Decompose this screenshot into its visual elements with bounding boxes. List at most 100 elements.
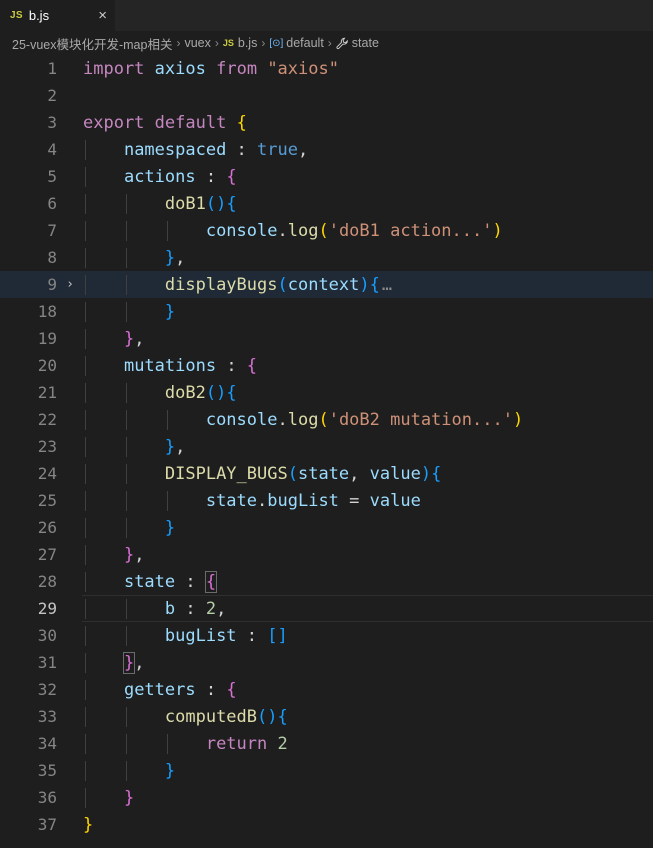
code-token: , (349, 463, 370, 484)
code-content: doB1(){ (83, 193, 237, 214)
code-line[interactable]: 36 } (0, 784, 653, 811)
line-number: 32 (37, 680, 57, 699)
code-line[interactable]: 5 actions : { (0, 163, 653, 190)
code-line[interactable]: 24 DISPLAY_BUGS(state, value){ (0, 460, 653, 487)
code-line[interactable]: 3 export default { (0, 109, 653, 136)
code-token: value (369, 463, 421, 484)
code-line[interactable]: 31 }, (0, 649, 653, 676)
folded-ellipsis-icon[interactable]: … (382, 275, 392, 295)
breadcrumb-file[interactable]: JS b.js (223, 36, 257, 50)
line-number: 21 (37, 383, 57, 402)
code-token: . (277, 409, 288, 430)
code-token: doB1 (164, 193, 206, 214)
chevron-right-icon: › (176, 36, 181, 50)
code-token: : (195, 679, 227, 700)
code-token: ( (287, 463, 298, 484)
code-token: return (205, 733, 268, 754)
code-line[interactable]: 33 computedB(){ (0, 703, 653, 730)
code-token: : (216, 355, 247, 376)
code-token: (){ (257, 706, 288, 727)
code-content: console.log('doB1 action...') (83, 220, 503, 241)
code-line[interactable]: 20 mutations : { (0, 352, 653, 379)
code-token: : (195, 166, 227, 187)
code-token: "axios" (267, 58, 339, 79)
code-line[interactable]: 37} (0, 811, 653, 838)
code-token: , (134, 544, 145, 565)
code-line[interactable]: 1 import axios from "axios" (0, 55, 653, 82)
code-token: { (236, 112, 247, 133)
code-token: DISPLAY_BUGS (164, 463, 288, 484)
indent-guide (85, 517, 86, 538)
fold-chevron-icon[interactable]: › (57, 277, 83, 292)
code-content: }, (83, 651, 144, 674)
code-line[interactable]: 32 getters : { (0, 676, 653, 703)
code-line[interactable]: 27 }, (0, 541, 653, 568)
code-line[interactable]: 6 doB1(){ (0, 190, 653, 217)
code-content: state : { (83, 570, 218, 593)
indent-guide (125, 490, 127, 511)
indent-guide (125, 220, 127, 241)
code-line[interactable]: 26 } (0, 514, 653, 541)
code-line[interactable]: 7 console.log('doB1 action...') (0, 217, 653, 244)
code-line[interactable]: 28 state : { (0, 568, 653, 595)
code-content: }, (83, 247, 186, 268)
code-token: , (175, 247, 186, 268)
code-token: state (205, 490, 258, 511)
breadcrumb-subfolder[interactable]: vuex (184, 36, 210, 50)
code-token: console (205, 220, 278, 241)
code-line[interactable]: 19 }, (0, 325, 653, 352)
indent-guide (125, 247, 127, 268)
code-line[interactable]: 21 doB2(){ (0, 379, 653, 406)
code-content: displayBugs(context){… (83, 274, 392, 295)
code-token: state (297, 463, 350, 484)
code-line[interactable]: 8 }, (0, 244, 653, 271)
code-editor[interactable]: 1 import axios from "axios" 2 3 export defau… (0, 55, 653, 838)
breadcrumb-folder[interactable]: 25-vuex模块化开发-map相关 (12, 34, 172, 53)
code-token: ( (277, 274, 288, 295)
code-line[interactable]: 22 console.log('doB2 mutation...') (0, 406, 653, 433)
code-line[interactable]: 34 return 2 (0, 730, 653, 757)
code-token: : (236, 625, 268, 646)
line-number: 6 (47, 194, 57, 213)
code-line[interactable]: 4 namespaced : true, (0, 136, 653, 163)
code-token: : (175, 571, 206, 592)
code-token: ){ (359, 274, 380, 295)
line-number: 30 (37, 626, 57, 645)
code-content: } (83, 815, 93, 835)
code-line[interactable]: 9 › displayBugs(context){… (0, 271, 653, 298)
indent-guide (125, 706, 127, 727)
code-token: export (83, 112, 145, 133)
code-line[interactable]: 2 (0, 82, 653, 109)
close-icon[interactable]: × (98, 7, 107, 24)
indent-guide (166, 733, 168, 754)
indent-guide (85, 760, 86, 781)
breadcrumb-symbol-state[interactable]: state (336, 36, 379, 50)
code-token: displayBugs (164, 274, 278, 295)
code-token: computedB (164, 706, 258, 727)
code-line[interactable]: 29 b : 2, (0, 595, 653, 622)
breadcrumb-symbol-default[interactable]: [⊙] default (269, 36, 323, 50)
code-token: } (122, 651, 136, 674)
code-line[interactable]: 30 bugList : [] (0, 622, 653, 649)
code-token: 2 (277, 733, 288, 754)
code-line[interactable]: 35 } (0, 757, 653, 784)
code-line[interactable]: 18 } (0, 298, 653, 325)
indent-guide (85, 139, 86, 160)
indent-guide (85, 625, 86, 646)
code-token: from (216, 58, 258, 79)
line-number: 31 (37, 653, 57, 672)
tab-b-js[interactable]: JS b.js × (0, 0, 115, 31)
code-line[interactable]: 25 state.bugList = value (0, 487, 653, 514)
code-token: } (83, 814, 94, 835)
indent-guide (125, 760, 127, 781)
code-token: true (257, 139, 298, 160)
code-token: import (83, 58, 145, 79)
code-token: mutations (123, 355, 217, 376)
code-token: ( (318, 220, 329, 241)
code-line[interactable]: 23 }, (0, 433, 653, 460)
